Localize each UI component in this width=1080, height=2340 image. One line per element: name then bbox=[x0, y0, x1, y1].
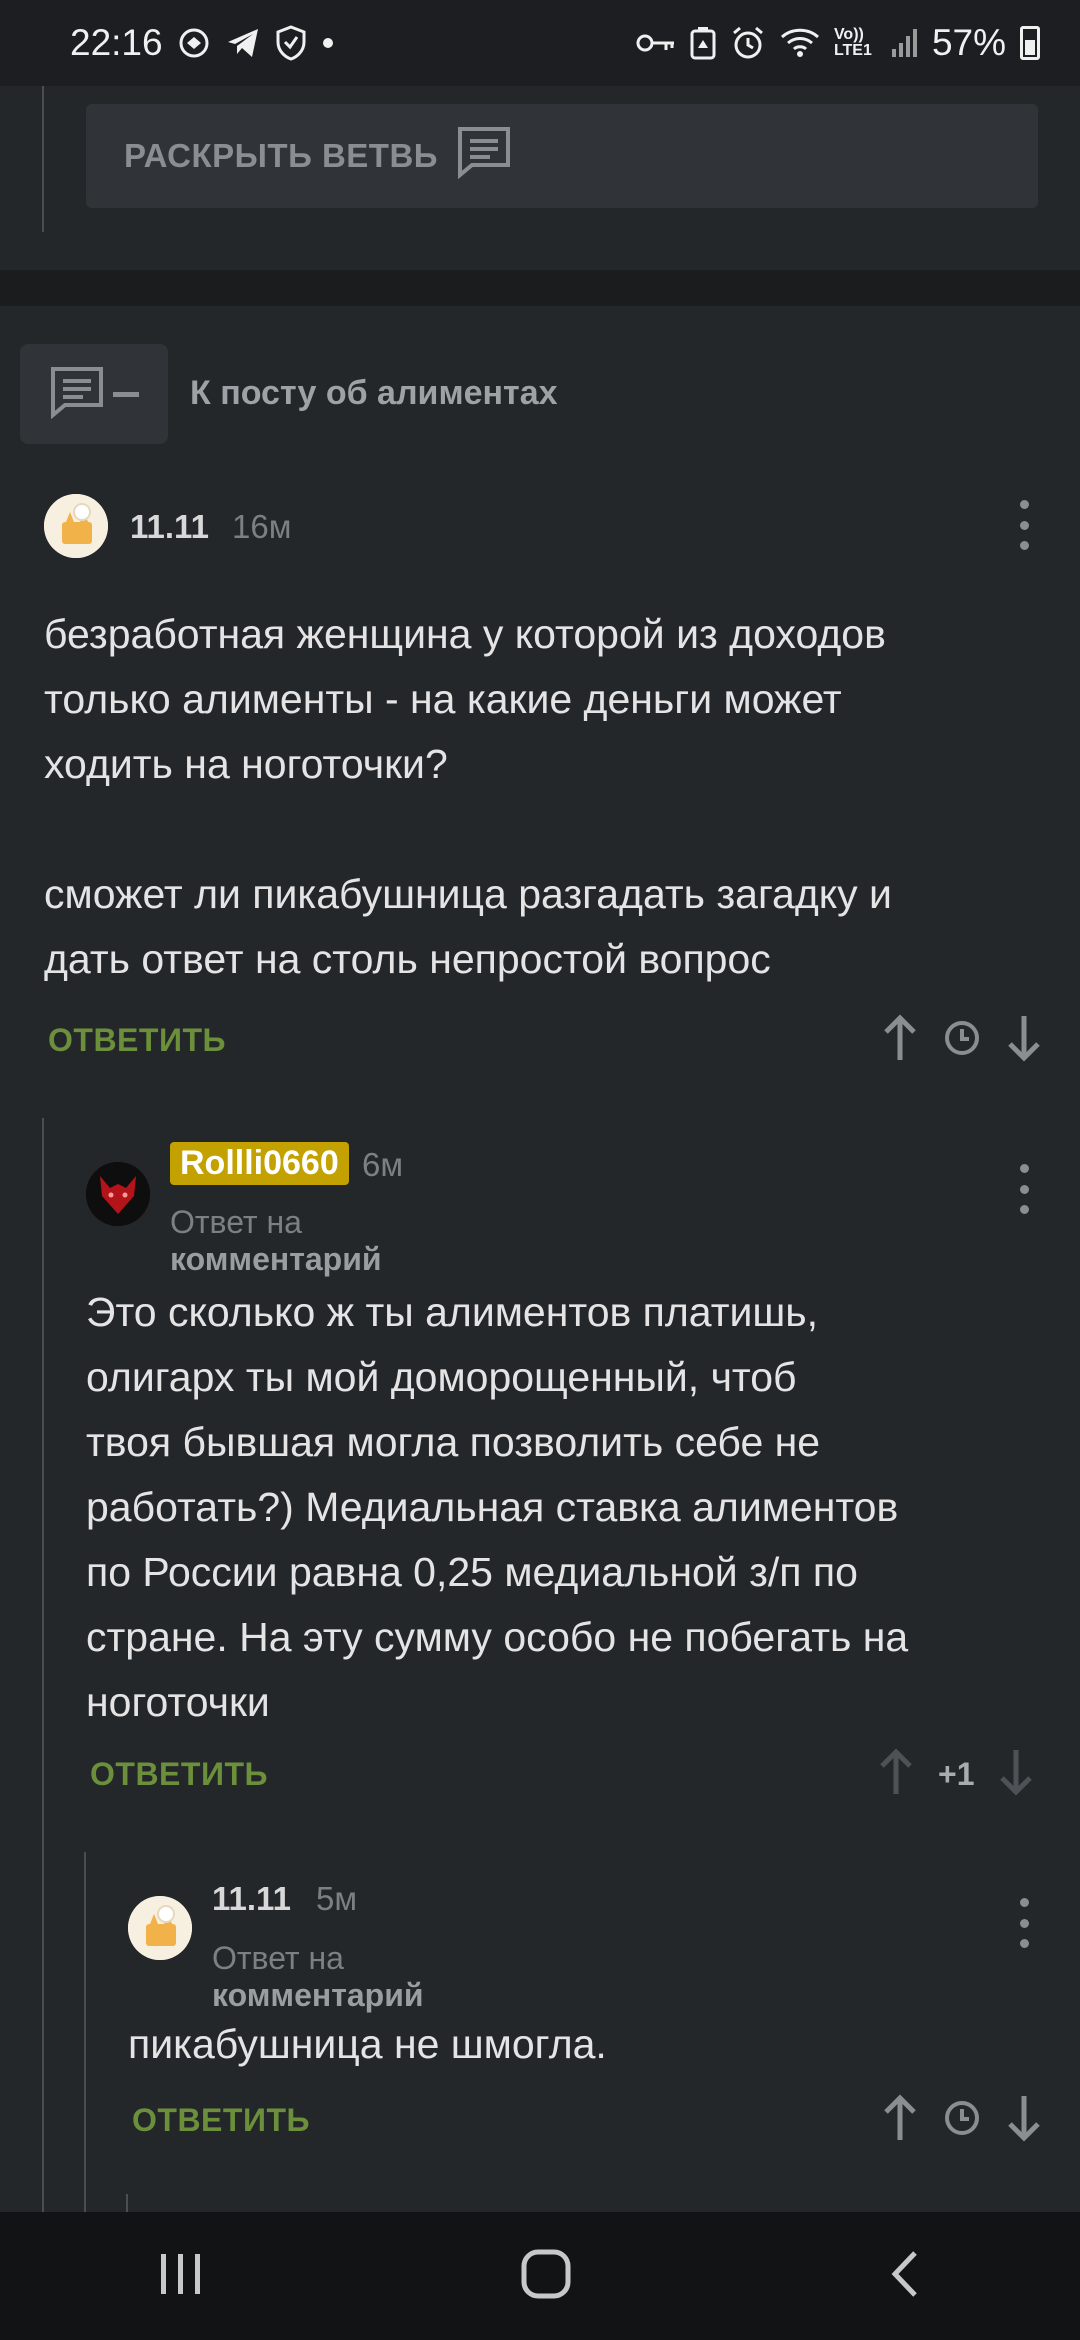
battery-percent: 57% bbox=[931, 22, 1006, 63]
upvote-arrow-icon[interactable] bbox=[880, 1014, 920, 1067]
signal-icon bbox=[890, 27, 918, 59]
comment-time: 16м bbox=[232, 508, 292, 545]
back-icon[interactable] bbox=[887, 2249, 923, 2304]
thread-line bbox=[42, 1118, 44, 2212]
status-time: 22:16 bbox=[70, 22, 163, 63]
downvote-arrow-icon[interactable] bbox=[1004, 1014, 1044, 1067]
alarm-icon bbox=[730, 25, 766, 61]
comment-text: Это сколько ж ты алиментов платишь, олиг… bbox=[86, 1289, 909, 1725]
system-nav-bar bbox=[0, 2212, 1080, 2340]
reply-to-link[interactable]: комментарий bbox=[170, 1241, 382, 1277]
clock-icon[interactable] bbox=[942, 1018, 982, 1063]
comment-rating: +1 bbox=[938, 1756, 975, 1792]
more-options-icon[interactable] bbox=[1014, 1164, 1034, 1214]
thread-line bbox=[42, 86, 44, 232]
avatar[interactable] bbox=[44, 494, 108, 558]
reply-button[interactable]: ОТВЕТИТЬ bbox=[90, 1756, 268, 1793]
recycle-battery-icon bbox=[690, 26, 716, 60]
whatsapp-like-icon bbox=[177, 26, 211, 60]
to-post-link[interactable]: К посту об алиментах bbox=[190, 374, 558, 413]
more-options-icon[interactable] bbox=[1014, 1898, 1034, 1948]
network-label: Vo)) LTE1 bbox=[833, 26, 872, 59]
vote-controls bbox=[880, 2094, 1044, 2147]
previous-thread: РАСКРЫТЬ ВЕТВЬ bbox=[0, 86, 1080, 270]
upvote-arrow-icon[interactable] bbox=[880, 2094, 920, 2147]
upvote-arrow-icon[interactable] bbox=[876, 1748, 916, 1801]
telegram-icon bbox=[225, 26, 261, 60]
comment-text: пикабушница не шмогла. bbox=[128, 2021, 607, 2067]
home-icon[interactable] bbox=[520, 2248, 572, 2305]
downvote-arrow-icon[interactable] bbox=[996, 1748, 1036, 1801]
comment-icon bbox=[456, 125, 512, 187]
more-options-icon[interactable] bbox=[1014, 500, 1034, 550]
vpn-shield-icon bbox=[275, 25, 307, 61]
thread-line bbox=[126, 2194, 128, 2212]
comment-text: безработная женщина у которой из доходов… bbox=[44, 611, 892, 982]
recents-icon[interactable] bbox=[157, 2252, 205, 2301]
battery-icon bbox=[1020, 26, 1040, 60]
status-bar: 22:16 Vo)) LTE1 57% bbox=[0, 0, 1080, 86]
comment-icon bbox=[49, 365, 105, 424]
reply-button[interactable]: ОТВЕТИТЬ bbox=[48, 1022, 226, 1059]
reply-button[interactable]: ОТВЕТИТЬ bbox=[132, 2102, 310, 2139]
comment-author[interactable]: 11.11 bbox=[130, 508, 209, 546]
comment-author[interactable]: 11.11 bbox=[212, 1880, 291, 1918]
minus-icon bbox=[113, 385, 139, 403]
downvote-arrow-icon[interactable] bbox=[1004, 2094, 1044, 2147]
avatar[interactable] bbox=[128, 1896, 192, 1960]
comment-time: 5м bbox=[316, 1880, 358, 1917]
reply-to-info: Ответ на комментарий bbox=[212, 1940, 424, 2014]
reply-to-link[interactable]: комментарий bbox=[212, 1977, 424, 2013]
clock-icon[interactable] bbox=[942, 2098, 982, 2143]
collapse-to-post-button[interactable] bbox=[20, 344, 168, 444]
comment-time: 6м bbox=[362, 1146, 404, 1183]
vote-controls: +1 bbox=[876, 1748, 1036, 1801]
expand-thread-label: РАСКРЫТЬ ВЕТВЬ bbox=[124, 137, 439, 174]
key-icon bbox=[636, 31, 676, 55]
comment-author[interactable]: Rollli0660 bbox=[170, 1142, 349, 1185]
expand-thread-button[interactable]: РАСКРЫТЬ ВЕТВЬ bbox=[86, 104, 1038, 208]
thread-line bbox=[84, 1852, 86, 2212]
section-divider bbox=[0, 270, 1080, 306]
avatar[interactable] bbox=[86, 1162, 150, 1226]
reply-to-prefix: Ответ на bbox=[212, 1940, 344, 1976]
reply-to-prefix: Ответ на bbox=[170, 1204, 302, 1240]
vote-controls bbox=[880, 1014, 1044, 1067]
wifi-icon bbox=[780, 27, 820, 59]
reply-to-info: Ответ на комментарий bbox=[170, 1204, 382, 1278]
dot-icon bbox=[321, 36, 335, 50]
